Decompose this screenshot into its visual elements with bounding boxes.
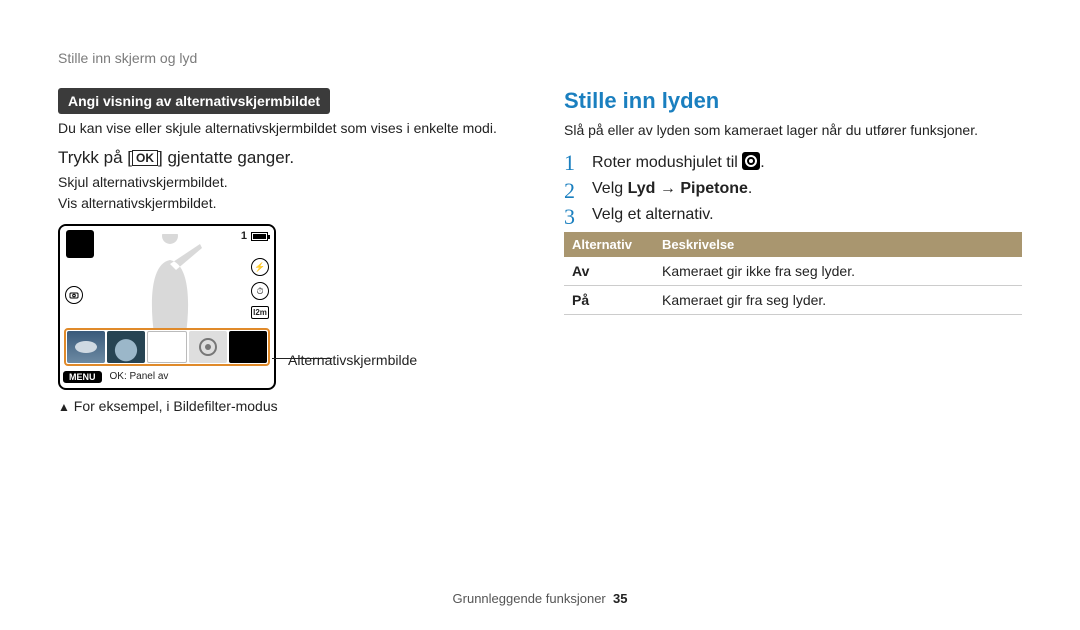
th-alternativ: Alternativ [564, 232, 654, 257]
mode-icon [66, 230, 94, 258]
filter-thumb-3 [147, 331, 187, 363]
footer-section: Grunnleggende funksjoner [453, 591, 606, 606]
timer-icon: ⏱ [251, 282, 269, 300]
menu-label: MENU [63, 371, 102, 383]
filter-thumb-4 [189, 331, 227, 363]
arrow-right-icon: → [655, 180, 680, 197]
filter-thumb-1 [67, 331, 105, 363]
opt-val-0: Kameraet gir ikke fra seg lyder. [654, 257, 1022, 286]
option-screen-callout: Alternativskjermbilde [288, 352, 417, 368]
step2-pre: Velg [592, 180, 628, 197]
th-beskrivelse: Beskrivelse [654, 232, 1022, 257]
instr-pre: Trykk på [ [58, 148, 132, 167]
person-silhouette-icon [120, 234, 220, 334]
step1-pre: Roter modushjulet til [592, 154, 742, 171]
resolution-icon: I2m [251, 306, 269, 319]
step-1: Roter modushjulet til . [564, 152, 1022, 172]
table-row: På Kameraet gir fra seg lyder. [564, 286, 1022, 315]
option-screen-heading: Angi visning av alternativskjermbildet [58, 88, 330, 114]
option-filmstrip [64, 328, 270, 366]
settings-gear-icon [742, 152, 760, 170]
battery-icon [251, 232, 268, 241]
hide-option-screen-text: Skjul alternativskjermbildet. [58, 172, 516, 193]
opt-val-1: Kameraet gir fra seg lyder. [654, 286, 1022, 315]
show-option-screen-text: Vis alternativskjermbildet. [58, 193, 516, 214]
panel-off-label: OK: Panel av [110, 371, 169, 382]
up-triangle-icon: ▲ [58, 400, 70, 414]
camera-lcd-illustration: 1 ⚡ ⏱ I2m [58, 224, 276, 390]
instr-post: ] gjentatte ganger. [158, 148, 294, 167]
step-2: Velg Lyd → Pipetone. [564, 180, 1022, 198]
step2-pipetone: Pipetone [680, 180, 748, 197]
filter-thumb-2 [107, 331, 145, 363]
example-footnote: ▲ For eksempel, i Bildefilter-modus [58, 398, 516, 414]
camera-small-icon [65, 286, 83, 304]
table-row: Av Kameraet gir ikke fra seg lyder. [564, 257, 1022, 286]
sound-options-table: Alternativ Beskrivelse Av Kameraet gir i… [564, 232, 1022, 315]
opt-key-0: Av [564, 257, 654, 286]
shot-count: 1 [241, 230, 247, 242]
running-header: Stille inn skjerm og lyd [58, 50, 516, 66]
footnote-text: For eksempel, i Bildefilter-modus [74, 398, 278, 414]
filter-thumb-5 [229, 331, 267, 363]
step-3: Velg et alternativ. [564, 206, 1022, 224]
press-ok-instruction: Trykk på [OK] gjentatte ganger. [58, 148, 516, 168]
step2-lyd: Lyd [628, 180, 656, 197]
page-footer: Grunnleggende funksjoner 35 [0, 591, 1080, 606]
opt-key-1: På [564, 286, 654, 315]
option-screen-intro: Du kan vise eller skjule alternativskjer… [58, 120, 516, 136]
step1-post: . [760, 154, 764, 171]
page-number: 35 [613, 591, 627, 606]
flash-icon: ⚡ [251, 258, 269, 276]
sound-heading: Stille inn lyden [564, 88, 1022, 114]
ok-icon: OK [132, 150, 158, 166]
step2-post: . [748, 180, 752, 197]
sound-intro: Slå på eller av lyden som kameraet lager… [564, 122, 1022, 138]
